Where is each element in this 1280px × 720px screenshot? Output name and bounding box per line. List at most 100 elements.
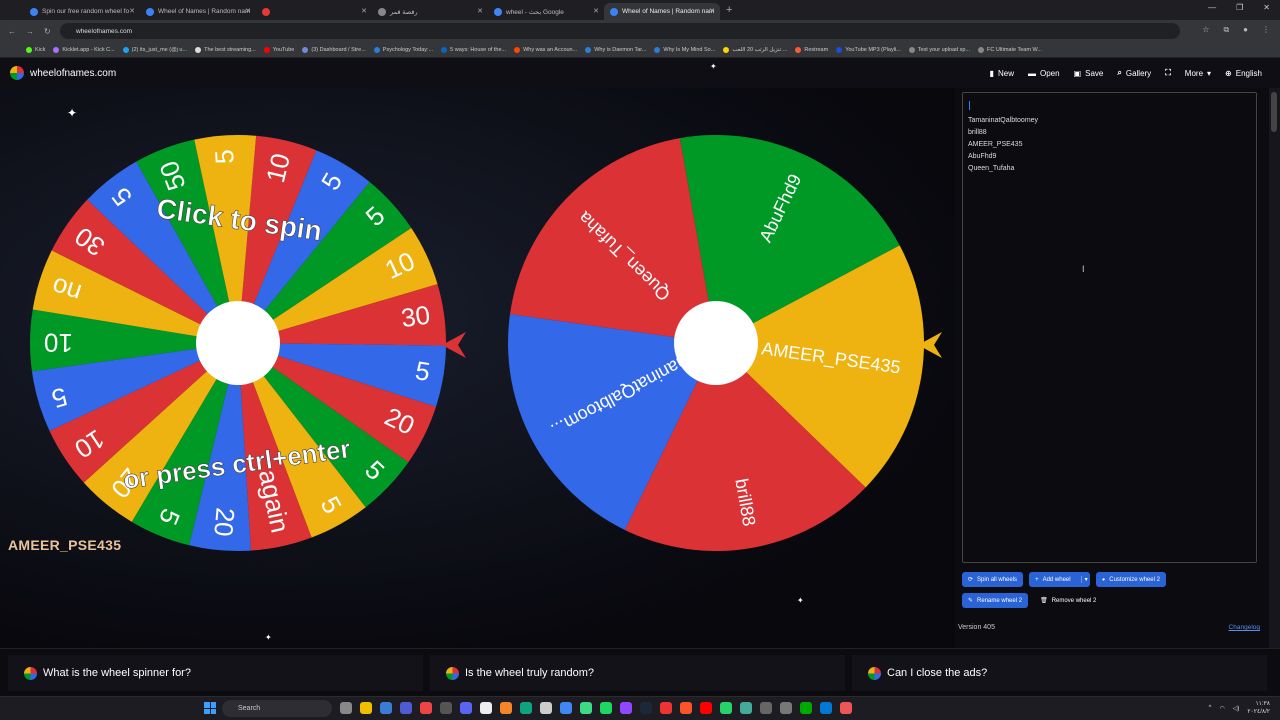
bookmark-item[interactable]: Why Is My Mind So... bbox=[654, 46, 715, 53]
bookmark-item[interactable]: 5 ways: House of the... bbox=[441, 46, 506, 53]
site-logo[interactable]: wheelofnames.com bbox=[10, 66, 116, 80]
taskbar-app-icon[interactable] bbox=[420, 702, 432, 714]
taskbar-app-icon[interactable] bbox=[620, 702, 632, 714]
back-icon[interactable]: ← bbox=[8, 27, 16, 36]
profile-icon[interactable]: ● bbox=[1243, 25, 1248, 35]
taskbar-app-icon[interactable] bbox=[460, 702, 472, 714]
taskbar-app-icon[interactable] bbox=[840, 702, 852, 714]
save-button[interactable]: ▣ Save bbox=[1074, 69, 1104, 78]
taskbar-app-icon[interactable] bbox=[700, 702, 712, 714]
tab-favicon-icon bbox=[262, 7, 270, 16]
taskbar-app-icon[interactable] bbox=[560, 702, 572, 714]
taskbar-app-icon[interactable] bbox=[500, 702, 512, 714]
wheel-2[interactable]: AbuFhd9AMEER_PSE435brill88TamaninatQalbt… bbox=[506, 133, 926, 553]
add-wheel-button[interactable]: + Add wheel ▾ bbox=[1029, 572, 1090, 587]
taskbar-app-icon[interactable] bbox=[400, 702, 412, 714]
taskbar-app-icon[interactable] bbox=[680, 702, 692, 714]
taskbar-app-icon[interactable] bbox=[600, 702, 612, 714]
bookmark-item[interactable]: Kick bbox=[26, 46, 45, 53]
close-window-icon[interactable]: ✕ bbox=[1263, 3, 1270, 12]
browser-tab[interactable]: Spin our free random wheel fo ✕ bbox=[24, 3, 140, 20]
spin-all-wheels-button[interactable]: ⟳ Spin all wheels bbox=[962, 572, 1024, 587]
bookmark-item[interactable]: تنزيل الرتب 20 اللعب ... bbox=[723, 46, 787, 53]
taskbar-search[interactable]: Search bbox=[222, 700, 332, 717]
taskbar-app-icon[interactable] bbox=[540, 702, 552, 714]
close-tab-icon[interactable]: ✕ bbox=[245, 7, 251, 15]
new-button[interactable]: ▮ New bbox=[990, 69, 1014, 78]
scrollbar-thumb[interactable] bbox=[1271, 92, 1277, 132]
taskbar-app-icon[interactable] bbox=[820, 702, 832, 714]
extensions-icon[interactable]: ⧉ bbox=[1223, 25, 1229, 35]
faq-item-purpose[interactable]: What is the wheel spinner for? bbox=[8, 655, 423, 691]
taskbar-app-icon[interactable] bbox=[800, 702, 812, 714]
browser-menu-icon[interactable]: ⋮ bbox=[1262, 25, 1270, 35]
bookmark-item[interactable]: YouTube MP3 (Playli... bbox=[836, 46, 901, 53]
faq-item-random[interactable]: Is the wheel truly random? bbox=[430, 655, 845, 691]
bookmark-item[interactable]: Kicklet.app - Kick C... bbox=[53, 46, 115, 53]
page-scrollbar[interactable] bbox=[1269, 88, 1280, 648]
browser-tab[interactable]: Wheel of Names | Random nam ✕ bbox=[140, 3, 256, 20]
taskbar-app-icon[interactable] bbox=[780, 702, 792, 714]
bookmark-favicon-icon bbox=[263, 46, 270, 53]
chevron-up-icon[interactable]: ^ bbox=[1209, 705, 1212, 711]
taskbar-app-icon[interactable] bbox=[720, 702, 732, 714]
bookmark-item[interactable]: Why is Daemon Tar... bbox=[585, 46, 646, 53]
faq-item-ads[interactable]: Can I close the ads? bbox=[852, 655, 1267, 691]
wifi-icon[interactable]: ◠ bbox=[1219, 705, 1224, 712]
bookmark-item[interactable]: Why was an Accoun... bbox=[514, 46, 577, 53]
bookmark-item[interactable]: The best streaming... bbox=[195, 46, 256, 53]
taskbar-app-icon[interactable] bbox=[660, 702, 672, 714]
browser-tab[interactable]: wheel - بحث Google ✕ bbox=[488, 3, 604, 20]
taskbar-app-icon[interactable] bbox=[740, 702, 752, 714]
wheel-1[interactable]: 10 55103052055again2052010510no305505Clic… bbox=[28, 133, 448, 553]
customize-wheel-button[interactable]: ◕ Customize wheel 2 bbox=[1095, 572, 1166, 587]
save-icon: ▣ bbox=[1073, 68, 1082, 78]
taskbar-app-icon[interactable] bbox=[380, 702, 392, 714]
bookmark-item[interactable]: (3) Dashboard / Stre... bbox=[302, 46, 366, 53]
browser-tab[interactable]: ✕ bbox=[256, 3, 372, 20]
minimize-icon[interactable]: — bbox=[1208, 3, 1216, 12]
entries-textarea[interactable]: TamaninatQalbtoomey brill88 AMEER_PSE435 Ab… bbox=[962, 92, 1257, 563]
wheel-center-hub[interactable] bbox=[196, 301, 280, 385]
open-button[interactable]: ▬ Open bbox=[1028, 69, 1060, 78]
more-button[interactable]: More ▾ bbox=[1185, 69, 1211, 78]
close-tab-icon[interactable]: ✕ bbox=[361, 7, 367, 15]
close-tab-icon[interactable]: ✕ bbox=[593, 7, 599, 15]
bookmark-item[interactable]: FC Ultimate Team W... bbox=[978, 46, 1042, 53]
gallery-button[interactable]: ⌕ Gallery bbox=[1117, 68, 1151, 78]
taskbar-app-icon[interactable] bbox=[480, 702, 492, 714]
taskbar-app-icon[interactable] bbox=[520, 702, 532, 714]
fullscreen-button[interactable]: ⛶ bbox=[1165, 68, 1171, 78]
close-tab-icon[interactable]: ✕ bbox=[477, 7, 483, 15]
bookmark-item[interactable]: Test your upload sp... bbox=[908, 46, 970, 53]
volume-icon[interactable]: ◁) bbox=[1233, 705, 1240, 712]
close-tab-icon[interactable]: ✕ bbox=[709, 7, 715, 15]
windows-start-icon[interactable] bbox=[204, 702, 216, 714]
taskbar-app-icon[interactable] bbox=[760, 702, 772, 714]
chevron-down-icon[interactable]: ▾ bbox=[1080, 576, 1088, 583]
bookmark-item[interactable]: YouTube bbox=[263, 46, 294, 53]
bookmark-item[interactable]: Psychology Today:... bbox=[373, 46, 433, 53]
clock[interactable]: ١١:٣٨ ٢٠٢٤/٨/٢ bbox=[1247, 700, 1270, 716]
changelog-link[interactable]: Changelog bbox=[1229, 624, 1260, 631]
new-tab-icon[interactable]: + bbox=[726, 4, 732, 16]
browser-tab[interactable]: Wheel of Names | Random nam ✕ bbox=[604, 3, 720, 20]
taskbar-app-icon[interactable] bbox=[640, 702, 652, 714]
remove-wheel-button[interactable]: 🗑 Remove wheel 2 bbox=[1034, 593, 1102, 608]
close-tab-icon[interactable]: ✕ bbox=[129, 7, 135, 15]
bookmark-item[interactable]: (2) its_just_me (@j u... bbox=[122, 46, 187, 53]
maximize-icon[interactable]: ❐ bbox=[1236, 3, 1243, 12]
taskbar-app-icon[interactable] bbox=[580, 702, 592, 714]
bookmark-item[interactable]: Restream bbox=[795, 46, 828, 53]
taskbar-app-icon[interactable] bbox=[440, 702, 452, 714]
browser-tab[interactable]: رقصة قمر ✕ bbox=[372, 3, 488, 20]
language-button[interactable]: ⊕ English bbox=[1225, 69, 1262, 78]
taskbar-app-icon[interactable] bbox=[360, 702, 372, 714]
url-input[interactable]: wheelofnames.com bbox=[60, 23, 1180, 39]
wheel-center-hub[interactable] bbox=[674, 301, 758, 385]
bookmark-star-icon[interactable]: ☆ bbox=[1202, 25, 1209, 35]
forward-icon[interactable]: → bbox=[26, 27, 34, 36]
reload-icon[interactable]: ↻ bbox=[44, 27, 51, 36]
taskbar-app-icon[interactable] bbox=[340, 702, 352, 714]
rename-wheel-button[interactable]: ✎ Rename wheel 2 bbox=[962, 593, 1029, 608]
